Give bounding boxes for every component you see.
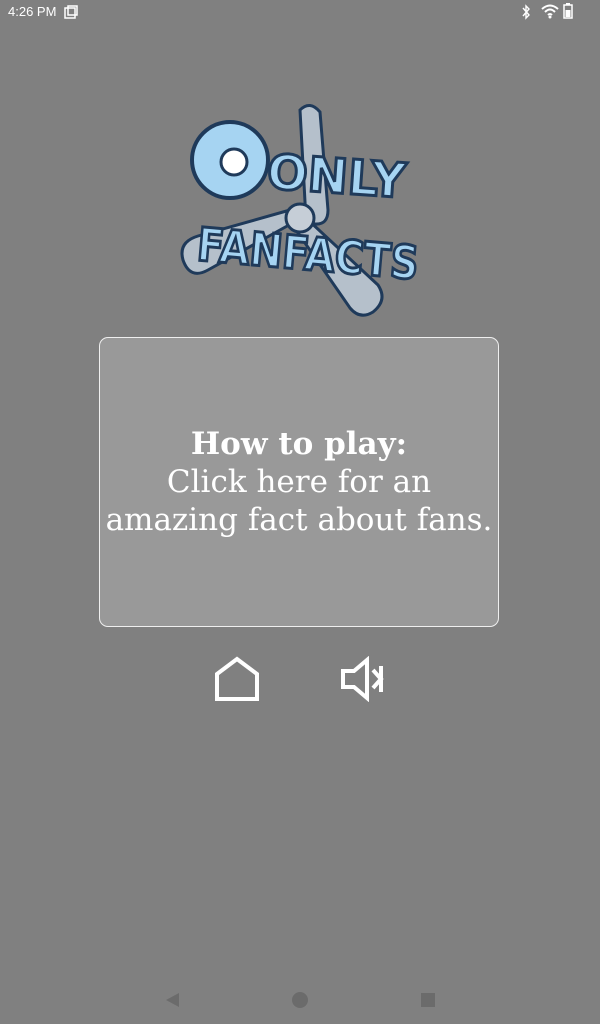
wifi-icon <box>541 4 559 19</box>
volume-muted-icon[interactable] <box>340 656 386 702</box>
logo-fanfacts-text: FANFACTS <box>195 217 421 290</box>
status-bar: 4:26 PM <box>0 0 600 24</box>
status-time: 4:26 PM <box>8 4 57 19</box>
how-to-play-card[interactable]: How to play: Click here for an amazing f… <box>99 337 499 627</box>
home-outline-icon[interactable] <box>214 656 260 702</box>
app-logo: ONLY FANFACTS <box>178 100 422 320</box>
home-circle-icon[interactable] <box>291 991 309 1009</box>
card-body-text: Click here for an amazing fact about fan… <box>105 464 493 538</box>
battery-icon <box>563 3 573 19</box>
screenshot-icon <box>64 5 78 19</box>
bluetooth-icon <box>522 4 530 20</box>
back-triangle-icon[interactable] <box>163 991 181 1009</box>
recents-square-icon[interactable] <box>420 992 436 1008</box>
logo-only-text: ONLY <box>265 144 409 210</box>
card-title: How to play: <box>190 426 408 462</box>
fan-logo-icon: ONLY FANFACTS <box>180 104 422 317</box>
